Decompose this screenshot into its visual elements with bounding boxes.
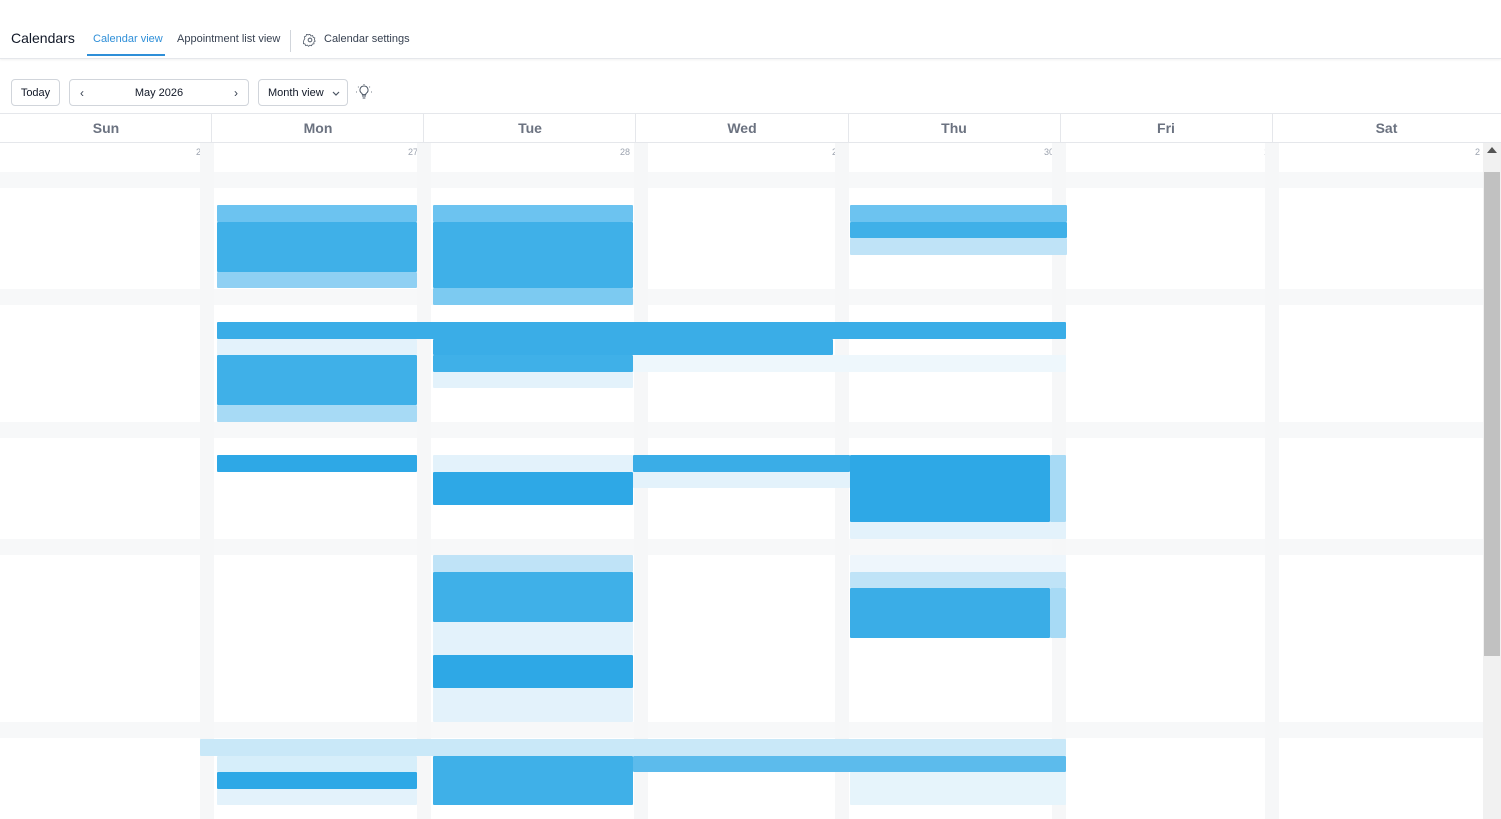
calendar-event[interactable] <box>433 555 633 572</box>
calendar-event[interactable] <box>633 756 1066 772</box>
calendar-event[interactable] <box>217 455 417 472</box>
calendar-event[interactable] <box>433 688 633 722</box>
week-separator <box>0 422 1483 438</box>
weekday-header: Fri <box>1060 113 1272 143</box>
calendar-event[interactable] <box>217 322 1066 339</box>
tab-appointment-list-view[interactable]: Appointment list view <box>177 33 280 45</box>
calendar-event[interactable] <box>433 205 633 222</box>
week-separator <box>0 172 1483 188</box>
day-cell-divider <box>1265 143 1279 819</box>
calendar-event[interactable] <box>433 572 633 622</box>
calendar-event[interactable] <box>433 372 633 388</box>
calendar-event[interactable] <box>850 222 1067 238</box>
today-button[interactable]: Today <box>11 79 60 106</box>
calendar-event[interactable] <box>217 756 417 772</box>
column-divider <box>423 113 424 143</box>
day-number[interactable]: 2 <box>1475 147 1480 157</box>
calendar-event[interactable] <box>850 772 1066 805</box>
column-divider <box>1060 113 1061 143</box>
calendar-event[interactable] <box>850 522 1066 539</box>
calendar-event[interactable] <box>217 772 417 789</box>
week-separator <box>0 539 1483 555</box>
tab-calendar-view[interactable]: Calendar view <box>93 33 163 45</box>
page-title: Calendars <box>11 30 75 46</box>
tab-divider <box>290 30 291 52</box>
calendar-event[interactable] <box>433 355 633 372</box>
period-navigator: ‹ May 2026 › <box>69 79 249 106</box>
calendar-event[interactable] <box>217 205 417 222</box>
calendar-event[interactable] <box>433 288 633 305</box>
top-bar: Calendars Calendar view Appointment list… <box>0 0 1501 59</box>
column-divider <box>1272 113 1273 143</box>
gear-icon[interactable] <box>303 33 317 47</box>
calendar-event[interactable] <box>433 655 633 688</box>
chevron-left-icon[interactable]: ‹ <box>80 86 84 100</box>
view-select[interactable]: Month view <box>258 79 348 106</box>
scroll-up-arrow-icon[interactable] <box>1487 147 1497 153</box>
calendar-event[interactable] <box>633 472 850 488</box>
tab-calendar-settings[interactable]: Calendar settings <box>324 33 410 45</box>
calendar-event[interactable] <box>850 555 1066 572</box>
calendar-event[interactable] <box>217 222 417 272</box>
calendar-event[interactable] <box>433 756 633 805</box>
calendar-event[interactable] <box>217 405 417 422</box>
weekday-header: Wed <box>636 113 848 143</box>
calendar-event[interactable] <box>1050 455 1066 522</box>
calendar-event[interactable] <box>433 472 633 505</box>
calendar-event[interactable] <box>217 272 417 288</box>
calendar-event[interactable] <box>850 572 1066 588</box>
column-divider <box>848 113 849 143</box>
weekday-header: Tue <box>424 113 636 143</box>
day-number[interactable]: 28 <box>620 147 630 157</box>
scrollbar-thumb[interactable] <box>1484 172 1500 656</box>
week-separator <box>0 722 1483 738</box>
calendar-event[interactable] <box>433 222 633 288</box>
calendar-event[interactable] <box>433 339 833 355</box>
column-divider <box>635 113 636 143</box>
week-separator <box>0 289 1483 305</box>
view-select-label: Month view <box>268 86 324 99</box>
calendar-event[interactable] <box>850 588 1050 638</box>
calendar-event[interactable] <box>433 622 633 655</box>
chevron-down-icon <box>332 91 340 96</box>
calendar-event[interactable] <box>200 739 1066 756</box>
weekday-header: Sun <box>0 113 212 143</box>
calendar-event[interactable] <box>633 355 1066 372</box>
period-label: May 2026 <box>134 86 184 99</box>
calendar-event[interactable] <box>850 238 1067 255</box>
column-divider <box>211 113 212 143</box>
lightbulb-icon[interactable] <box>356 84 372 100</box>
active-tab-indicator <box>87 54 165 56</box>
calendar-event[interactable] <box>633 455 850 472</box>
calendar-event[interactable] <box>1050 588 1066 638</box>
weekday-header: Thu <box>848 113 1060 143</box>
calendar-event[interactable] <box>850 205 1067 222</box>
weekday-header: Sat <box>1272 113 1501 143</box>
chevron-right-icon[interactable]: › <box>234 86 238 100</box>
day-cell-divider <box>417 143 431 819</box>
day-cell-divider <box>200 143 214 819</box>
calendar-event[interactable] <box>217 789 417 805</box>
calendar-event[interactable] <box>217 339 417 355</box>
calendar-event[interactable] <box>433 455 633 472</box>
calendar-event[interactable] <box>217 355 417 405</box>
weekday-header: Mon <box>212 113 424 143</box>
calendar-event[interactable] <box>850 455 1050 522</box>
